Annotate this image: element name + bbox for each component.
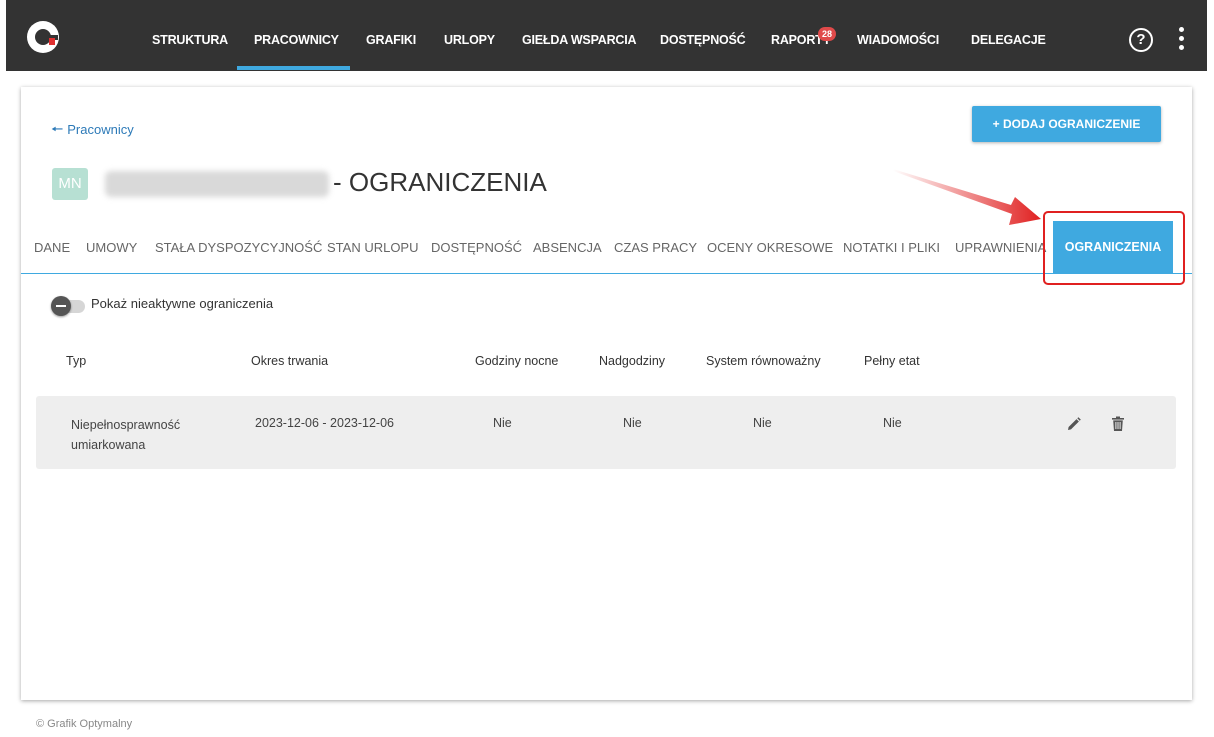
tab-stan-urlopu[interactable]: STAN URLOPU (327, 240, 419, 255)
tab-dostepnosc[interactable]: DOSTĘPNOŚĆ (431, 240, 522, 255)
col-header-nadgodziny: Nadgodziny (599, 354, 666, 368)
annotation-arrow-icon (893, 169, 1041, 225)
tab-uprawnienia[interactable]: UPRAWNIENIA (955, 240, 1046, 255)
cell-system: Nie (753, 416, 772, 430)
col-header-system: System równoważny (706, 354, 821, 368)
footer-copyright: © Grafik Optymalny (36, 718, 133, 730)
nav-pracownicy[interactable]: PRACOWNICY (254, 33, 339, 47)
help-icon[interactable]: ? (1129, 28, 1153, 52)
col-header-typ: Typ (66, 354, 87, 368)
nav-wiadomosci[interactable]: WIADOMOŚCI (857, 33, 939, 47)
cell-okres: 2023-12-06 - 2023-12-06 (255, 416, 394, 430)
inactive-toggle-label: Pokaż nieaktywne ograniczenia (91, 296, 274, 311)
more-menu-icon[interactable] (1179, 27, 1185, 54)
main-card: 🠔 Pracownicy + DODAJ OGRANICZENIE MN - OG… (21, 87, 1192, 700)
cell-nadgodziny: Nie (623, 416, 642, 430)
col-header-godziny-nocne: Godziny nocne (475, 354, 559, 368)
tab-dane[interactable]: DANE (34, 240, 70, 255)
table-row: Niepełnosprawność umiarkowana 2023-12-06… (36, 396, 1176, 469)
nav-grafiki[interactable]: GRAFIKI (366, 33, 416, 47)
raporty-badge: 28 (818, 27, 836, 41)
tab-oceny-okresowe[interactable]: OCENY OKRESOWE (707, 240, 833, 255)
edit-icon[interactable] (1066, 416, 1082, 432)
cell-pelny-etat: Nie (883, 416, 902, 430)
nav-delegacje[interactable]: DELEGACJE (971, 33, 1046, 47)
avatar: MN (52, 168, 88, 200)
nav-gielda-wsparcia[interactable]: GIEŁDA WSPARCIA (522, 33, 637, 47)
arrow-left-icon: 🠔 (51, 121, 64, 137)
inactive-toggle[interactable] (51, 296, 87, 316)
tab-absencja[interactable]: ABSENCJA (533, 240, 602, 255)
nav-struktura[interactable]: STRUKTURA (152, 33, 228, 47)
tab-bar: DANE UMOWY STAŁA DYSPOZYCYJNOŚĆ STAN URL… (21, 211, 1192, 285)
tab-notatki-i-pliki[interactable]: NOTATKI I PLIKI (843, 240, 940, 255)
active-nav-indicator (237, 66, 350, 70)
cell-godziny-nocne: Nie (493, 416, 512, 430)
tab-czas-pracy[interactable]: CZAS PRACY (614, 240, 697, 255)
page-title: - OGRANICZENIA (333, 167, 547, 197)
annotation-highlight-box (1043, 211, 1185, 285)
back-link-label: Pracownicy (67, 122, 134, 137)
tab-umowy[interactable]: UMOWY (86, 240, 137, 255)
tab-stala-dyspozycyjnosc[interactable]: STAŁA DYSPOZYCYJNOŚĆ (155, 240, 322, 255)
back-link[interactable]: 🠔 Pracownicy (51, 119, 134, 143)
top-navbar: STRUKTURA PRACOWNICY GRAFIKI URLOPY GIEŁ… (6, 0, 1207, 71)
app-logo-icon[interactable] (26, 20, 60, 54)
delete-icon[interactable] (1111, 416, 1125, 432)
employee-name-blurred (105, 171, 329, 197)
nav-dostepnosc[interactable]: DOSTĘPNOŚĆ (660, 33, 746, 47)
add-restriction-button[interactable]: + DODAJ OGRANICZENIE (972, 106, 1161, 142)
col-header-pelny-etat: Pełny etat (864, 354, 920, 368)
col-header-okres: Okres trwania (251, 354, 329, 368)
cell-typ: Niepełnosprawność umiarkowana (71, 418, 181, 452)
nav-urlopy[interactable]: URLOPY (444, 33, 495, 47)
